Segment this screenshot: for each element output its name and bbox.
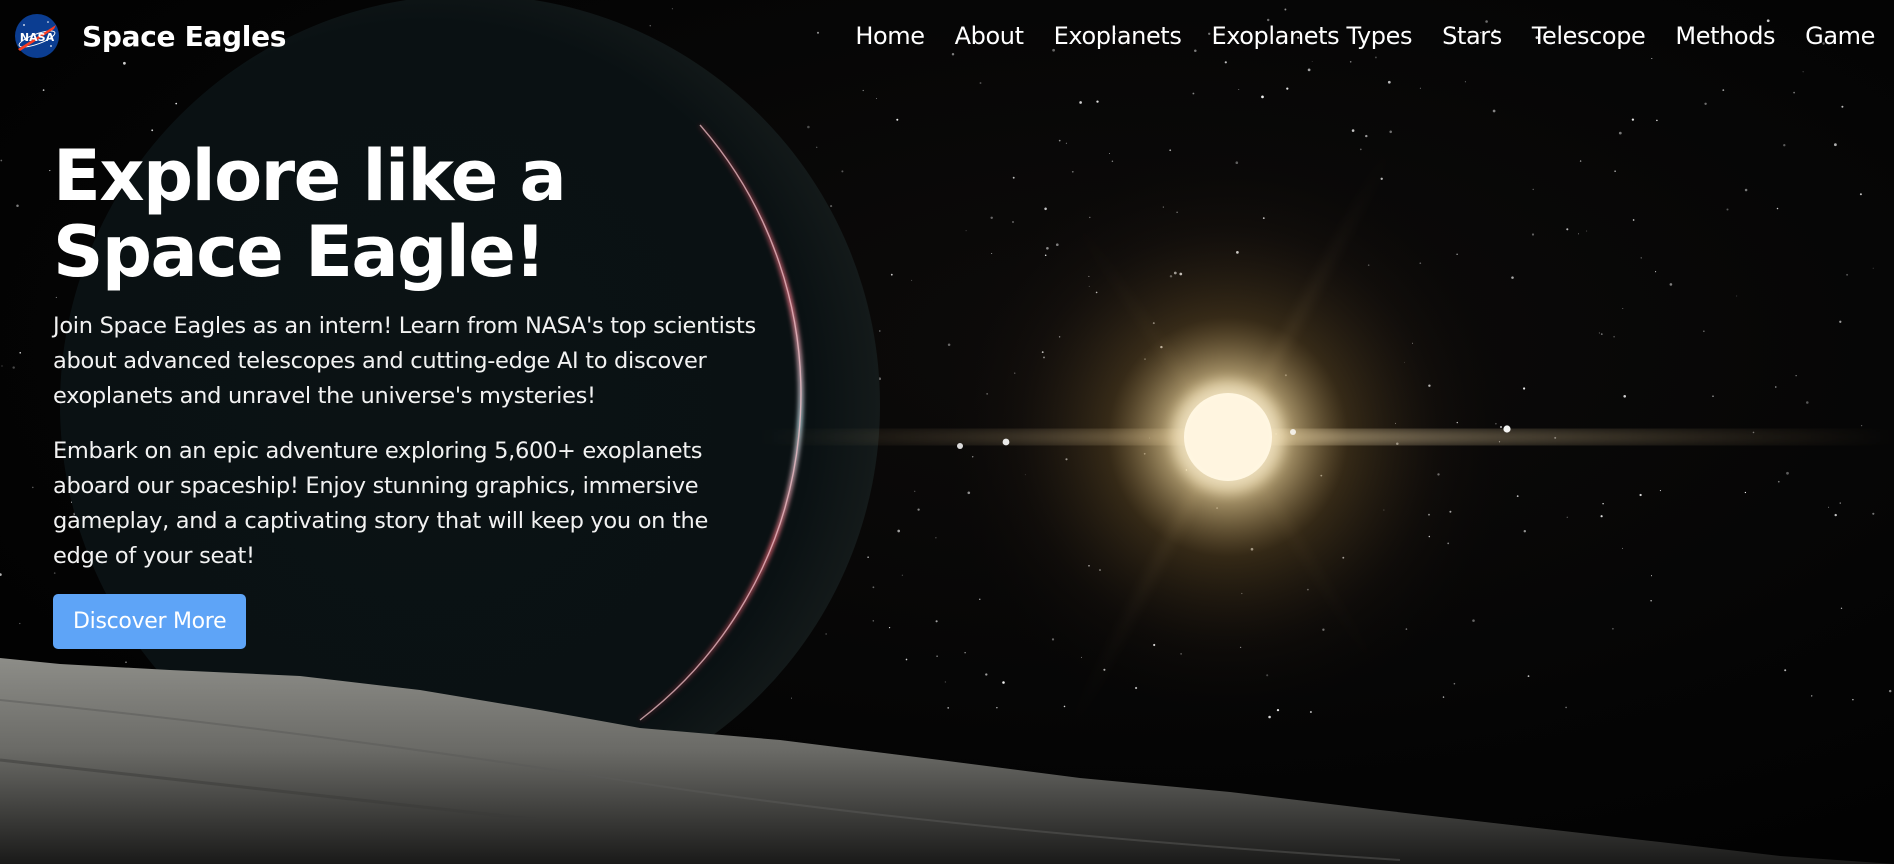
hero-scene: NASA Space Eagles Home About Exoplanets … [0,0,1894,864]
nav-home[interactable]: Home [855,22,925,50]
nav-exoplanets-types[interactable]: Exoplanets Types [1211,22,1412,50]
moon-surface [0,658,1894,864]
nav-game[interactable]: Game [1805,22,1875,50]
logo-lettering: NASA [20,31,55,44]
nav-methods[interactable]: Methods [1675,22,1775,50]
hero-content: Explore like a Space Eagle! Join Space E… [53,138,773,649]
hero-title-line-2: Space Eagle! [53,211,546,293]
nav-about[interactable]: About [955,22,1024,50]
nav-stars[interactable]: Stars [1442,22,1502,50]
hero-title: Explore like a Space Eagle! [53,138,773,290]
hero-title-line-1: Explore like a [53,135,567,217]
brand-home-link[interactable]: NASA Space Eagles [14,13,286,59]
nasa-logo-icon: NASA [15,14,59,58]
brand-name: Space Eagles [82,19,287,53]
hero-game-paragraph: Embark on an epic adventure exploring 5,… [53,438,709,569]
discover-more-button[interactable]: Discover More [53,594,247,649]
main-nav: Home About Exoplanets Exoplanets Types S… [825,22,1875,50]
nav-exoplanets[interactable]: Exoplanets [1054,22,1182,50]
hero-intro-paragraph: Join Space Eagles as an intern! Learn fr… [53,313,756,409]
top-navigation-bar: NASA Space Eagles Home About Exoplanets … [0,0,1894,72]
sun-glow [760,137,1894,740]
nav-telescope[interactable]: Telescope [1532,22,1646,50]
